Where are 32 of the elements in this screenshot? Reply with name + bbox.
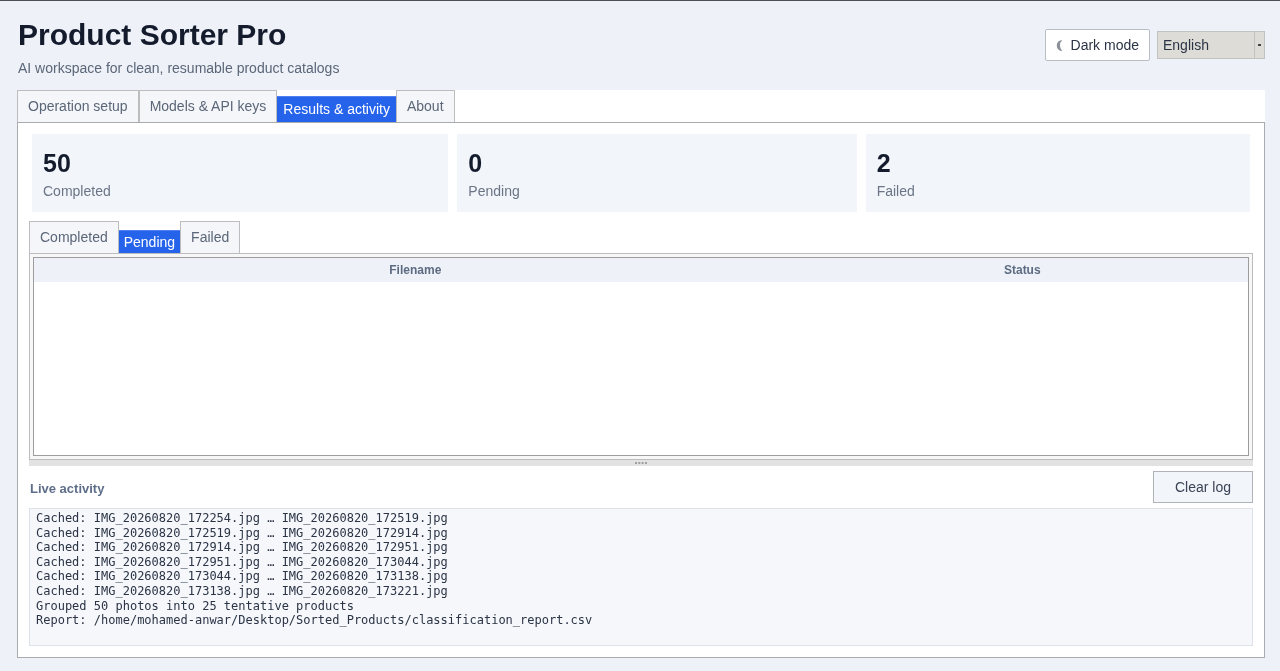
caret-icon — [1258, 44, 1261, 46]
column-header[interactable]: Status — [1003, 261, 1041, 279]
log-line: Cached: IMG_20260820_173044.jpg … IMG_20260820_173138.jpg — [36, 569, 448, 584]
log-line: Cached: IMG_20260820_172254.jpg … IMG_20260820_172519.jpg — [36, 511, 448, 526]
log-line: Cached: IMG_20260820_173138.jpg … IMG_20260820_173221.jpg — [36, 583, 448, 599]
stat-label: Pending — [468, 182, 521, 200]
tab[interactable]: Results & activity — [277, 96, 396, 122]
clear-log-button[interactable]: Clear log — [1153, 471, 1253, 503]
stat-label: Completed — [43, 182, 112, 200]
splitter-handle[interactable] — [29, 460, 1253, 466]
column-header[interactable]: Filename — [389, 261, 442, 279]
stat-label: Failed — [876, 182, 916, 200]
queue-tab[interactable]: Completed — [29, 221, 119, 253]
log-line: Cached: IMG_20260820_172519.jpg … IMG_20260820_172914.jpg — [36, 525, 448, 541]
tab[interactable]: About — [395, 90, 455, 122]
stat-value: 2 — [876, 148, 892, 178]
moon-icon — [1055, 39, 1063, 51]
tab[interactable]: Models & API keys — [138, 90, 278, 122]
log-line: Cached: IMG_20260820_172951.jpg … IMG_20260820_173044.jpg — [36, 554, 448, 570]
queue-tab[interactable]: Failed — [180, 221, 241, 253]
queue-tab[interactable]: Pending — [118, 230, 181, 253]
section-title: Live activity — [29, 479, 105, 498]
tab[interactable]: Operation setup — [17, 90, 139, 122]
dark-mode-button[interactable]: Dark mode — [1044, 29, 1150, 61]
log-line: Grouped 50 photos into 25 tentative products — [36, 598, 354, 614]
app-title: Product Sorter Pro — [18, 17, 288, 53]
stat-value: 50 — [43, 148, 72, 178]
log-line: Cached: IMG_20260820_172914.jpg … IMG_20260820_172951.jpg — [36, 540, 448, 555]
log-line: Report: /home/mohamed-anwar/Desktop/Sorted_Products/classification_report.csv — [36, 613, 593, 628]
stat-value: 0 — [468, 148, 484, 178]
app-subtitle: AI workspace for clean, resumable product catalogs — [18, 59, 340, 78]
language-select[interactable]: English — [1157, 31, 1265, 59]
